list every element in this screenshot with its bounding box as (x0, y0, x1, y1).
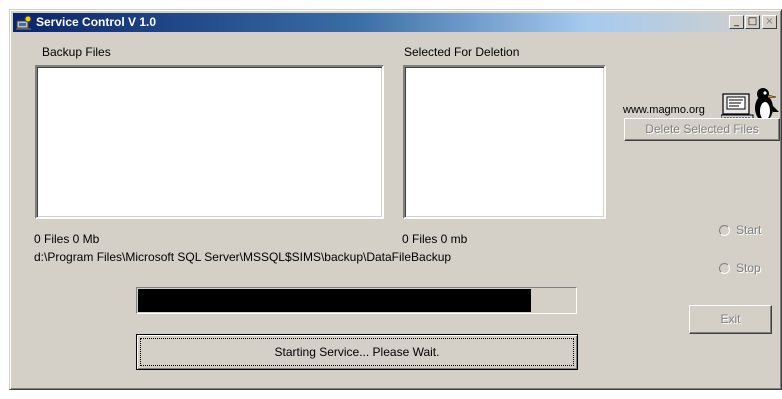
progress-bar (136, 287, 577, 314)
stop-radio-label: Stop (736, 261, 761, 275)
backup-files-count: 0 Files 0 Mb (34, 232, 100, 246)
maximize-button[interactable]: □ (745, 15, 760, 29)
status-button-label: Starting Service... Please Wait. (274, 345, 440, 359)
minimize-button[interactable]: _ (729, 15, 744, 29)
progress-fill (138, 289, 531, 312)
backup-files-list[interactable] (35, 65, 384, 219)
minimize-icon: _ (734, 16, 739, 27)
app-icon (16, 15, 32, 30)
exit-button[interactable]: Exit (689, 305, 772, 334)
title-bar[interactable]: Service Control V 1.0 _ □ × (13, 13, 778, 32)
window-title: Service Control V 1.0 (36, 15, 157, 29)
close-icon: × (765, 16, 774, 27)
start-radio[interactable]: Start (719, 223, 761, 237)
close-button[interactable]: × (762, 15, 777, 29)
maximize-icon: □ (747, 16, 758, 27)
selected-for-deletion-list[interactable] (403, 65, 606, 219)
selected-for-deletion-label: Selected For Deletion (404, 45, 520, 59)
start-radio-icon (719, 225, 730, 236)
stop-radio-icon (719, 263, 730, 274)
backup-files-label: Backup Files (42, 45, 111, 59)
status-button[interactable]: Starting Service... Please Wait. (136, 334, 578, 370)
start-radio-label: Start (736, 223, 762, 237)
service-control-window: Service Control V 1.0 _ □ × Backup Files… (9, 9, 782, 390)
backup-path: d:\Program Files\Microsoft SQL Server\MS… (34, 250, 452, 264)
deletion-files-count: 0 Files 0 mb (402, 232, 468, 246)
delete-selected-files-button[interactable]: Delete Selected Files (624, 118, 780, 141)
stop-radio[interactable]: Stop (719, 261, 761, 275)
website-label: www.magmo.org (623, 104, 705, 116)
